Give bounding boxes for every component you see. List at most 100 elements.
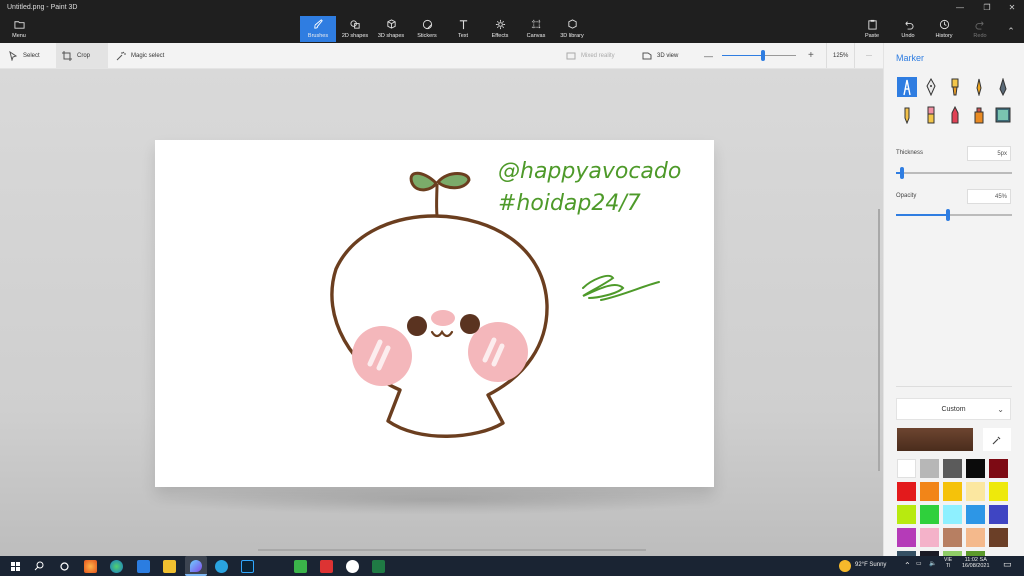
signature-mark xyxy=(582,274,660,301)
menu-button[interactable]: Menu xyxy=(4,16,34,42)
thickness-slider-thumb[interactable] xyxy=(900,167,904,179)
zoom-out-button[interactable]: — xyxy=(698,43,719,68)
palette-swatch[interactable] xyxy=(920,528,939,547)
paste-button[interactable]: Paste xyxy=(860,16,884,42)
tab-3d-shapes[interactable]: 3D shapes xyxy=(374,16,408,42)
edge-icon[interactable] xyxy=(110,560,123,573)
palette-swatch[interactable] xyxy=(897,482,916,501)
palette-swatch[interactable] xyxy=(920,459,939,478)
eraser-icon[interactable] xyxy=(921,105,941,125)
volume-icon[interactable]: 🔈 xyxy=(929,560,936,567)
search-icon[interactable] xyxy=(33,560,46,573)
fill-icon[interactable] xyxy=(993,105,1013,125)
eyedropper-icon xyxy=(992,436,1001,444)
palette-swatch[interactable] xyxy=(966,459,985,478)
drawing-canvas[interactable]: @happyavocado #hoidap24/7 xyxy=(155,140,714,487)
palette-swatch[interactable] xyxy=(966,505,985,524)
palette-swatch[interactable] xyxy=(989,459,1008,478)
redo-button[interactable]: Redo xyxy=(968,16,992,42)
mail-icon[interactable] xyxy=(137,560,150,573)
thickness-label: Thickness xyxy=(896,150,924,156)
camtasia-icon[interactable] xyxy=(294,560,307,573)
palette-swatch[interactable] xyxy=(989,482,1008,501)
thickness-input[interactable]: 5px xyxy=(967,146,1011,161)
horizontal-scrollbar[interactable] xyxy=(258,549,646,551)
history-icon xyxy=(939,19,949,30)
history-label: History xyxy=(935,33,953,39)
palette-swatch[interactable] xyxy=(920,482,939,501)
cortana-icon[interactable] xyxy=(58,560,71,573)
zoom-slider-thumb[interactable] xyxy=(761,50,765,61)
palette-swatch[interactable] xyxy=(989,505,1008,524)
marker-icon[interactable] xyxy=(897,77,917,97)
crayon-icon[interactable] xyxy=(945,105,965,125)
palette-swatch[interactable] xyxy=(943,505,962,524)
cursor-icon xyxy=(9,50,18,61)
tray-overflow-icon[interactable]: ⌃ xyxy=(904,561,911,570)
palette-swatch[interactable] xyxy=(943,459,962,478)
palette-swatch[interactable] xyxy=(897,505,916,524)
pencil-icon[interactable] xyxy=(897,105,917,125)
crop-button[interactable]: Crop xyxy=(56,43,108,68)
app-icon[interactable] xyxy=(320,560,333,573)
history-button[interactable]: History xyxy=(930,16,958,42)
opacity-slider-thumb[interactable] xyxy=(946,209,950,221)
telegram-icon[interactable] xyxy=(215,560,228,573)
3d-view-icon xyxy=(642,52,652,59)
firefox-icon[interactable] xyxy=(84,560,97,573)
close-icon[interactable]: ✕ xyxy=(1005,3,1019,13)
tab-brushes[interactable]: Brushes xyxy=(300,16,336,42)
mixed-reality-button[interactable]: Mixed reality xyxy=(560,43,621,68)
palette-swatch[interactable] xyxy=(966,528,985,547)
chrome-icon[interactable] xyxy=(346,560,359,573)
current-color-swatch[interactable] xyxy=(897,428,973,451)
eyedropper-button[interactable] xyxy=(983,428,1011,451)
tab-stickers[interactable]: Stickers xyxy=(412,16,442,42)
zoom-slider[interactable] xyxy=(722,50,796,61)
color-mode-dropdown[interactable]: Custom ⌄ xyxy=(896,398,1011,420)
tab-3d-library[interactable]: 3D library xyxy=(556,16,588,42)
3d-view-button[interactable]: 3D view xyxy=(636,43,684,68)
calligraphy-pen-icon[interactable] xyxy=(921,77,941,97)
notification-icon[interactable]: ▭ xyxy=(1003,559,1012,570)
minimize-icon[interactable]: — xyxy=(953,3,967,13)
windows-start-icon[interactable] xyxy=(9,560,22,573)
opacity-slider[interactable] xyxy=(896,209,1012,221)
magic-select-button[interactable]: Magic select xyxy=(110,43,170,68)
undo-button[interactable]: Undo xyxy=(896,16,920,42)
spray-can-icon[interactable] xyxy=(969,105,989,125)
clock[interactable]: 11:02 SA 16/08/2021 xyxy=(962,557,990,569)
vertical-scrollbar[interactable] xyxy=(878,209,880,471)
tab-2d-shapes[interactable]: 2D shapes xyxy=(338,16,372,42)
restore-icon[interactable]: ❐ xyxy=(980,3,994,13)
weather-text[interactable]: 92°F Sunny xyxy=(855,562,886,568)
oil-brush-icon[interactable] xyxy=(945,77,965,97)
zoom-value[interactable]: 125% xyxy=(826,43,856,68)
palette-swatch[interactable] xyxy=(897,528,916,547)
palette-swatch[interactable] xyxy=(943,482,962,501)
watercolor-icon[interactable] xyxy=(969,77,989,97)
palette-swatch[interactable] xyxy=(943,528,962,547)
tab-text[interactable]: Text xyxy=(450,16,476,42)
excel-icon[interactable] xyxy=(372,560,385,573)
collapse-ribbon-icon[interactable]: ⌃ xyxy=(1004,26,1018,36)
palette-swatch[interactable] xyxy=(897,459,916,478)
pixel-pen-icon[interactable] xyxy=(993,77,1013,97)
palette-swatch[interactable] xyxy=(920,505,939,524)
paint3d-icon[interactable] xyxy=(185,556,207,576)
file-explorer-icon[interactable] xyxy=(163,560,176,573)
more-options-button[interactable]: ··· xyxy=(860,43,878,68)
select-button[interactable]: Select xyxy=(2,43,46,68)
network-icon[interactable]: ▭ xyxy=(916,560,922,567)
tab-effects[interactable]: Effects xyxy=(486,16,514,42)
palette-swatch[interactable] xyxy=(989,528,1008,547)
tab-label: Brushes xyxy=(307,33,329,39)
tab-canvas[interactable]: Canvas xyxy=(522,16,550,42)
zoom-in-button[interactable]: + xyxy=(802,43,820,68)
opacity-input[interactable]: 45% xyxy=(967,189,1011,204)
language-indicator[interactable]: VIE Tl xyxy=(944,557,952,569)
palette-swatch[interactable] xyxy=(966,482,985,501)
undo-icon xyxy=(904,21,913,30)
thickness-slider[interactable] xyxy=(896,167,1012,179)
photoshop-icon[interactable] xyxy=(241,560,254,573)
